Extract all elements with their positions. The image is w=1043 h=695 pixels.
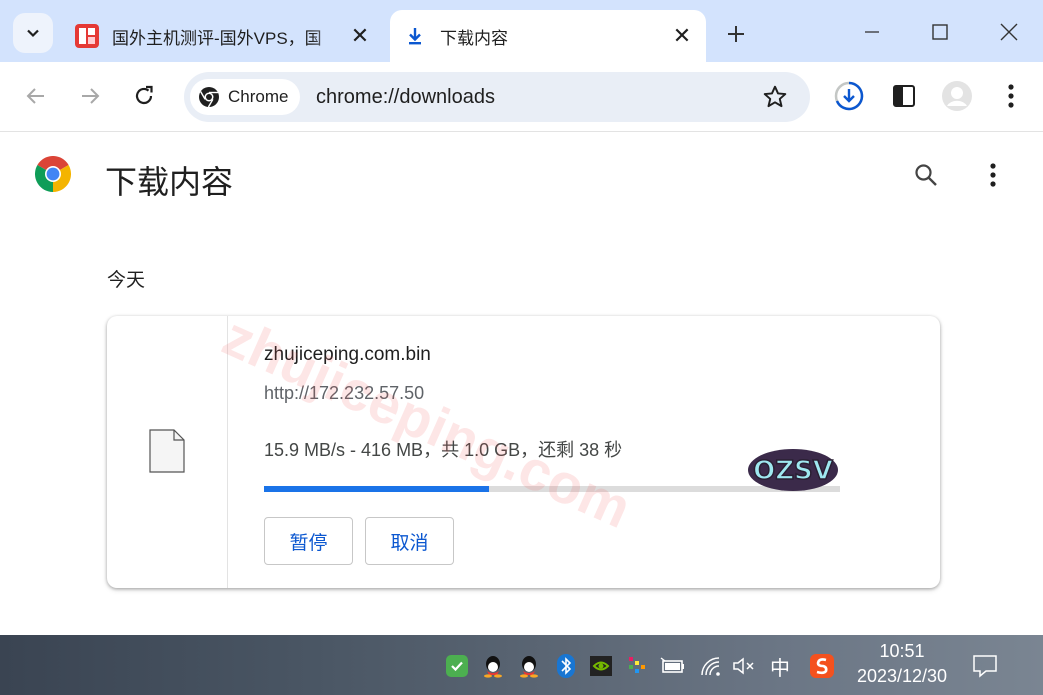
tab-search-button[interactable] <box>13 13 53 53</box>
maximize-button[interactable] <box>917 12 963 52</box>
wifi-icon[interactable] <box>698 653 724 679</box>
sticker-text: OZSV <box>753 456 833 486</box>
bluetooth-icon[interactable] <box>553 653 579 679</box>
profile-button[interactable] <box>939 78 975 114</box>
notification-icon[interactable] <box>972 653 998 679</box>
page-title: 下载内容 <box>105 164 234 200</box>
tab-title: 国外主机测评-国外VPS，国 <box>112 28 322 48</box>
download-status: 15.9 MB/s - 416 MB，共 1.0 GB，还剩 38 秒 <box>264 440 623 460</box>
reload-icon <box>135 85 153 105</box>
back-button[interactable] <box>16 76 56 116</box>
address-bar[interactable]: Chrome chrome://downloads <box>184 72 810 122</box>
plus-icon <box>728 26 744 42</box>
tab-downloads[interactable]: 下载内容 ✕ <box>390 10 706 62</box>
minimize-button[interactable] <box>849 12 895 52</box>
file-icon-column <box>107 316 228 588</box>
download-icon <box>402 23 428 49</box>
ozsv-sticker-logo: OZSV <box>748 449 838 491</box>
arrow-right-icon <box>82 88 100 104</box>
browser-toolbar: Chrome chrome://downloads <box>0 62 1043 132</box>
wechat-tray-icon[interactable] <box>444 653 470 679</box>
minimize-icon <box>865 31 879 33</box>
cancel-button[interactable]: 取消 <box>365 517 454 565</box>
tab-title: 下载内容 <box>440 28 508 48</box>
chrome-icon <box>199 87 219 108</box>
url-text: chrome://downloads <box>316 86 495 108</box>
tab-close-icon[interactable]: ✕ <box>668 22 696 50</box>
qq-tray-icon[interactable] <box>516 653 542 679</box>
download-progress-fill <box>264 486 489 492</box>
ime-indicator[interactable]: 中 <box>766 653 794 680</box>
site-favicon-icon <box>74 23 100 49</box>
side-panel-button[interactable] <box>886 78 922 114</box>
maximize-icon <box>932 24 948 40</box>
chrome-menu-button[interactable] <box>993 78 1029 114</box>
reload-button[interactable] <box>124 76 164 116</box>
site-chip[interactable]: Chrome <box>190 79 301 115</box>
battery-icon[interactable] <box>660 653 686 679</box>
more-vert-icon <box>990 163 996 187</box>
site-chip-label: Chrome <box>228 87 289 106</box>
close-icon <box>1000 23 1018 41</box>
file-name[interactable]: zhujiceping.com.bin <box>264 344 431 366</box>
forward-button[interactable] <box>70 76 110 116</box>
volume-muted-icon[interactable] <box>731 653 757 679</box>
more-vert-icon <box>1008 84 1014 108</box>
sogou-ime-icon[interactable] <box>809 653 835 679</box>
taskbar-clock[interactable]: 10:51 2023/12/30 <box>850 641 954 687</box>
nvidia-tray-icon[interactable] <box>588 653 614 679</box>
bookmark-star-button[interactable] <box>760 82 790 112</box>
new-tab-button[interactable] <box>718 16 754 52</box>
arrow-left-icon <box>26 88 44 104</box>
chevron-down-icon <box>27 29 39 38</box>
tab-strip: 国外主机测评-国外VPS，国 ✕ 下载内容 ✕ <box>0 0 1043 62</box>
chrome-logo-icon <box>35 156 71 192</box>
avatar-icon <box>942 81 972 111</box>
file-source-url[interactable]: http://172.232.57.50 <box>264 383 424 404</box>
search-icon <box>915 164 937 186</box>
search-downloads-button[interactable] <box>910 159 942 191</box>
clock-time: 10:51 <box>879 641 925 661</box>
side-panel-icon <box>893 85 915 107</box>
date-header: 今天 <box>107 270 146 291</box>
clock-date: 2023/12/30 <box>856 666 948 686</box>
tab-zhujiceping[interactable]: 国外主机测评-国外VPS，国 ✕ <box>62 10 384 62</box>
pause-button[interactable]: 暂停 <box>264 517 353 565</box>
page-menu-button[interactable] <box>977 159 1009 191</box>
app-tray-icon[interactable] <box>624 653 650 679</box>
downloads-page: 下载内容 今天 zhujiceping.com.bin http://172.2… <box>0 133 1043 635</box>
downloads-toolbar-button[interactable] <box>831 78 867 114</box>
close-window-button[interactable] <box>986 12 1032 52</box>
file-icon <box>149 429 185 473</box>
star-icon <box>763 85 787 108</box>
qq-tray-icon[interactable] <box>480 653 506 679</box>
tab-close-icon[interactable]: ✕ <box>346 22 374 50</box>
windows-taskbar: 中 10:51 2023/12/30 <box>0 635 1043 695</box>
download-progress-icon <box>834 81 864 111</box>
